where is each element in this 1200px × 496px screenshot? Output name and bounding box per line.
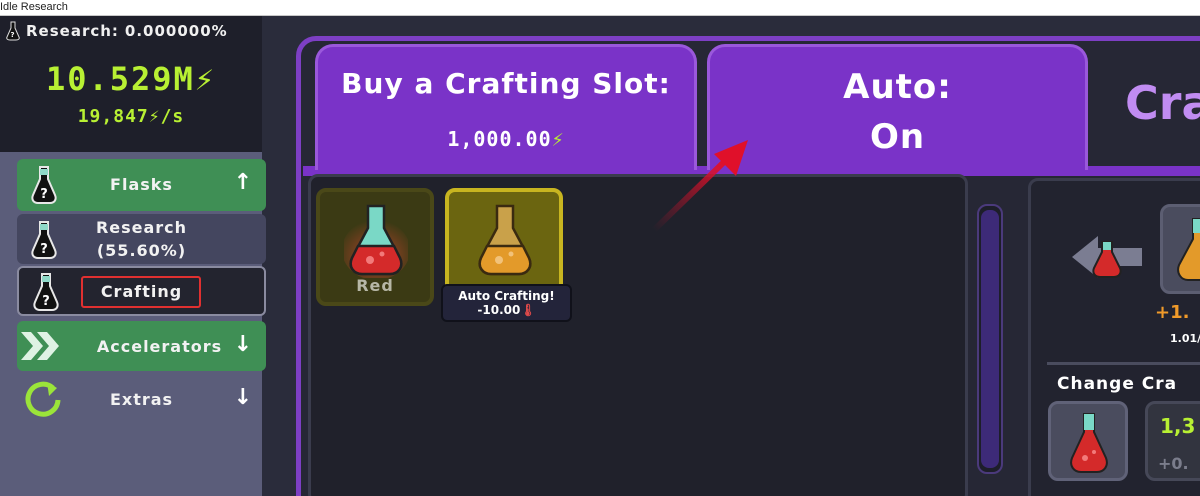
- down-arrow-icon: ↓: [233, 332, 252, 357]
- stats-panel: ? Research: 0.000000% 10.529M⚡ 19,847⚡/s: [0, 16, 262, 152]
- energy-rate: 19,847⚡/s: [0, 106, 262, 127]
- research-label: Research:: [26, 22, 119, 40]
- sidebar-item-label: Extras: [109, 390, 174, 409]
- buy-slot-cost-value: 1,000.00: [447, 127, 552, 151]
- change-flask-button[interactable]: [1048, 401, 1128, 481]
- sidebar-item-crafting[interactable]: ? Crafting: [17, 266, 266, 316]
- auto-crafting-cost: -10.00🌡: [443, 303, 570, 317]
- rate-unit: /s: [160, 106, 185, 127]
- auto-state: On: [869, 117, 926, 157]
- red-flask-icon: [344, 204, 408, 278]
- sidebar-item-label: Crafting: [100, 282, 183, 301]
- buy-slot-cost: 1,000.00⚡: [318, 127, 694, 151]
- auto-crafting-cost-value: -10.00: [477, 303, 521, 317]
- sidebar-item-flasks[interactable]: ? Flasks ↑: [17, 159, 266, 211]
- lightning-icon: ⚡: [194, 60, 217, 98]
- scrollbar-thumb[interactable]: [981, 210, 999, 468]
- sidebar-item-label: Flasks: [110, 175, 173, 194]
- auto-toggle-button[interactable]: Auto: On: [707, 44, 1088, 170]
- slot-label: Red: [356, 276, 394, 295]
- svg-text:?: ?: [10, 31, 15, 39]
- selected-flask-card: [1160, 204, 1200, 294]
- sidebar: ? Research: 0.000000% 10.529M⚡ 19,847⚡/s…: [0, 16, 266, 496]
- back-arrow-icon[interactable]: [1072, 234, 1144, 280]
- research-percent: (55.60%): [96, 241, 187, 260]
- lightning-icon: ⚡: [148, 106, 161, 127]
- orange-flask-icon: [478, 204, 532, 276]
- divider: [1047, 362, 1200, 365]
- flask-icon: ?: [6, 21, 20, 41]
- slots-scrollbar[interactable]: [977, 204, 1003, 474]
- panel-title-partial: Cra: [1125, 76, 1200, 130]
- thermometer-icon: 🌡: [520, 303, 536, 317]
- down-arrow-icon: ↓: [233, 385, 252, 410]
- window-title: Idle Research: [0, 1, 68, 13]
- energy-total: 10.529M⚡: [0, 60, 262, 98]
- game-window: ? Research: 0.000000% 10.529M⚡ 19,847⚡/s…: [0, 16, 1200, 496]
- energy-value: 10.529M: [45, 60, 195, 98]
- sidebar-item-label: Research: [95, 218, 188, 237]
- lightning-icon: ⚡: [551, 127, 565, 151]
- research-progress: ? Research: 0.000000%: [6, 20, 228, 42]
- rate-value: 19,847: [77, 106, 149, 127]
- auto-crafting-label: Auto Crafting!: [458, 289, 555, 303]
- sidebar-item-extras[interactable]: Extras ↓: [17, 376, 266, 426]
- sidebar-item-accelerators[interactable]: Accelerators ↓: [17, 321, 266, 371]
- auto-title: Auto:: [843, 67, 952, 107]
- buy-slot-title: Buy a Crafting Slot:: [341, 67, 671, 100]
- window-titlebar: Idle Research: [0, 0, 1200, 16]
- research-value: 0.000000%: [124, 22, 228, 40]
- red-flask-icon: [1070, 413, 1108, 473]
- up-arrow-icon: ↑: [233, 170, 252, 195]
- orange-flask-icon: [1177, 218, 1200, 281]
- crafting-slot-red[interactable]: Red: [316, 188, 434, 306]
- annotation-arrow-icon: [651, 140, 748, 233]
- value-a: 1,3: [1160, 414, 1196, 438]
- gain-value: +1.: [1155, 302, 1190, 323]
- value-b: +0.: [1158, 454, 1189, 473]
- sidebar-item-research[interactable]: ? Research (55.60%): [17, 214, 266, 264]
- gain-rate: 1.01/: [1170, 332, 1200, 345]
- auto-crafting-tag: Auto Crafting! -10.00🌡: [441, 284, 572, 322]
- change-crafting-label: Change Cra: [1057, 374, 1178, 394]
